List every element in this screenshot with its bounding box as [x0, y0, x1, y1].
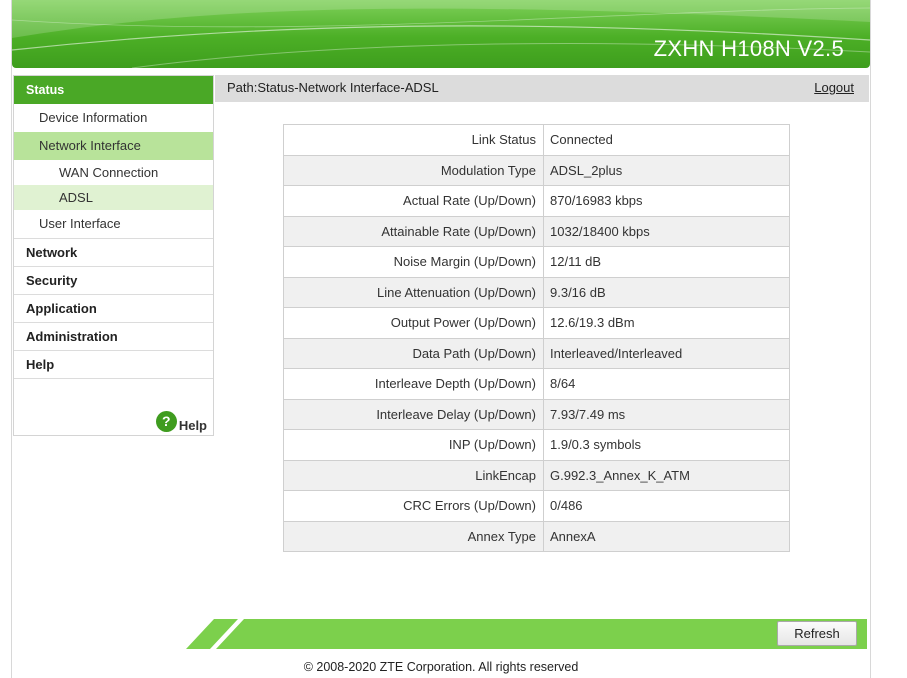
- table-row: Interleave Delay (Up/Down) 7.93/7.49 ms: [283, 398, 790, 430]
- table-row: Annex Type AnnexA: [283, 520, 790, 552]
- row-value: 1.9/0.3 symbols: [543, 429, 790, 461]
- row-value: AnnexA: [543, 520, 790, 552]
- table-row: Noise Margin (Up/Down) 12/11 dB: [283, 246, 790, 278]
- sidebar: Status Device Information Network Interf…: [13, 75, 214, 436]
- sidebar-item-network-interface[interactable]: Network Interface: [14, 132, 213, 160]
- table-row: Data Path (Up/Down) Interleaved/Interleav…: [283, 337, 790, 369]
- sidebar-item-administration[interactable]: Administration: [14, 323, 213, 351]
- copyright-text: © 2008-2020 ZTE Corporation. All rights …: [303, 660, 579, 674]
- breadcrumb-bar: Path:Status-Network Interface-ADSL Logou…: [215, 75, 869, 102]
- footer-bar: [186, 619, 867, 649]
- row-value: 870/16983 kbps: [543, 185, 790, 217]
- row-value: Interleaved/Interleaved: [543, 337, 790, 369]
- table-row: Interleave Depth (Up/Down) 8/64: [283, 368, 790, 400]
- row-value: 7.93/7.49 ms: [543, 398, 790, 430]
- refresh-button[interactable]: Refresh: [777, 621, 857, 646]
- row-label: Line Attenuation (Up/Down): [283, 276, 544, 308]
- row-label: INP (Up/Down): [283, 429, 544, 461]
- sidebar-item-user-interface[interactable]: User Interface: [14, 210, 213, 239]
- table-row: Actual Rate (Up/Down) 870/16983 kbps: [283, 185, 790, 217]
- help-icon[interactable]: ?: [155, 411, 177, 432]
- row-label: Actual Rate (Up/Down): [283, 185, 544, 217]
- logout-link[interactable]: Logout: [814, 75, 854, 100]
- sidebar-item-application[interactable]: Application: [14, 295, 213, 323]
- table-row: Output Power (Up/Down) 12.6/19.3 dBm: [283, 307, 790, 339]
- sidebar-item-help[interactable]: Help: [14, 351, 213, 379]
- row-value: ADSL_2plus: [543, 154, 790, 186]
- sidebar-item-security[interactable]: Security: [14, 267, 213, 295]
- row-label: CRC Errors (Up/Down): [283, 490, 544, 522]
- row-value: 12/11 dB: [543, 246, 790, 278]
- row-label: Interleave Delay (Up/Down): [283, 398, 544, 430]
- row-value: 9.3/16 dB: [543, 276, 790, 308]
- table-row: Link Status Connected: [283, 124, 790, 156]
- row-value: 8/64: [543, 368, 790, 400]
- help-link[interactable]: ? Help: [155, 411, 207, 433]
- row-value: G.992.3_Annex_K_ATM: [543, 459, 790, 491]
- table-row: Line Attenuation (Up/Down) 9.3/16 dB: [283, 276, 790, 308]
- row-label: Output Power (Up/Down): [283, 307, 544, 339]
- row-label: Noise Margin (Up/Down): [283, 246, 544, 278]
- sidebar-item-network[interactable]: Network: [14, 239, 213, 267]
- row-label: Link Status: [283, 124, 544, 156]
- footer-bar-graphic: [186, 619, 867, 649]
- row-label: Annex Type: [283, 520, 544, 552]
- row-label: LinkEncap: [283, 459, 544, 491]
- table-row: CRC Errors (Up/Down) 0/486: [283, 490, 790, 522]
- table-row: INP (Up/Down) 1.9/0.3 symbols: [283, 429, 790, 461]
- row-value: 1032/18400 kbps: [543, 215, 790, 247]
- sidebar-item-wan-connection[interactable]: WAN Connection: [14, 160, 213, 185]
- row-label: Data Path (Up/Down): [283, 337, 544, 369]
- help-link-label[interactable]: Help: [179, 418, 207, 433]
- row-value: 12.6/19.3 dBm: [543, 307, 790, 339]
- row-label: Modulation Type: [283, 154, 544, 186]
- sidebar-item-status[interactable]: Status: [14, 76, 213, 104]
- table-row: Modulation Type ADSL_2plus: [283, 154, 790, 186]
- row-label: Attainable Rate (Up/Down): [283, 215, 544, 247]
- header-banner: ZXHN H108N V2.5: [12, 0, 870, 68]
- breadcrumb: Path:Status-Network Interface-ADSL: [227, 80, 439, 95]
- sidebar-item-device-information[interactable]: Device Information: [14, 104, 213, 132]
- row-value: Connected: [543, 124, 790, 156]
- row-value: 0/486: [543, 490, 790, 522]
- table-row: Attainable Rate (Up/Down) 1032/18400 kbps: [283, 215, 790, 247]
- model-title: ZXHN H108N V2.5: [653, 36, 844, 61]
- adsl-status-table: Link Status Connected Modulation Type ADSL_…: [283, 124, 790, 552]
- sidebar-item-adsl[interactable]: ADSL: [14, 185, 213, 210]
- table-row: LinkEncap G.992.3_Annex_K_ATM: [283, 459, 790, 491]
- row-label: Interleave Depth (Up/Down): [283, 368, 544, 400]
